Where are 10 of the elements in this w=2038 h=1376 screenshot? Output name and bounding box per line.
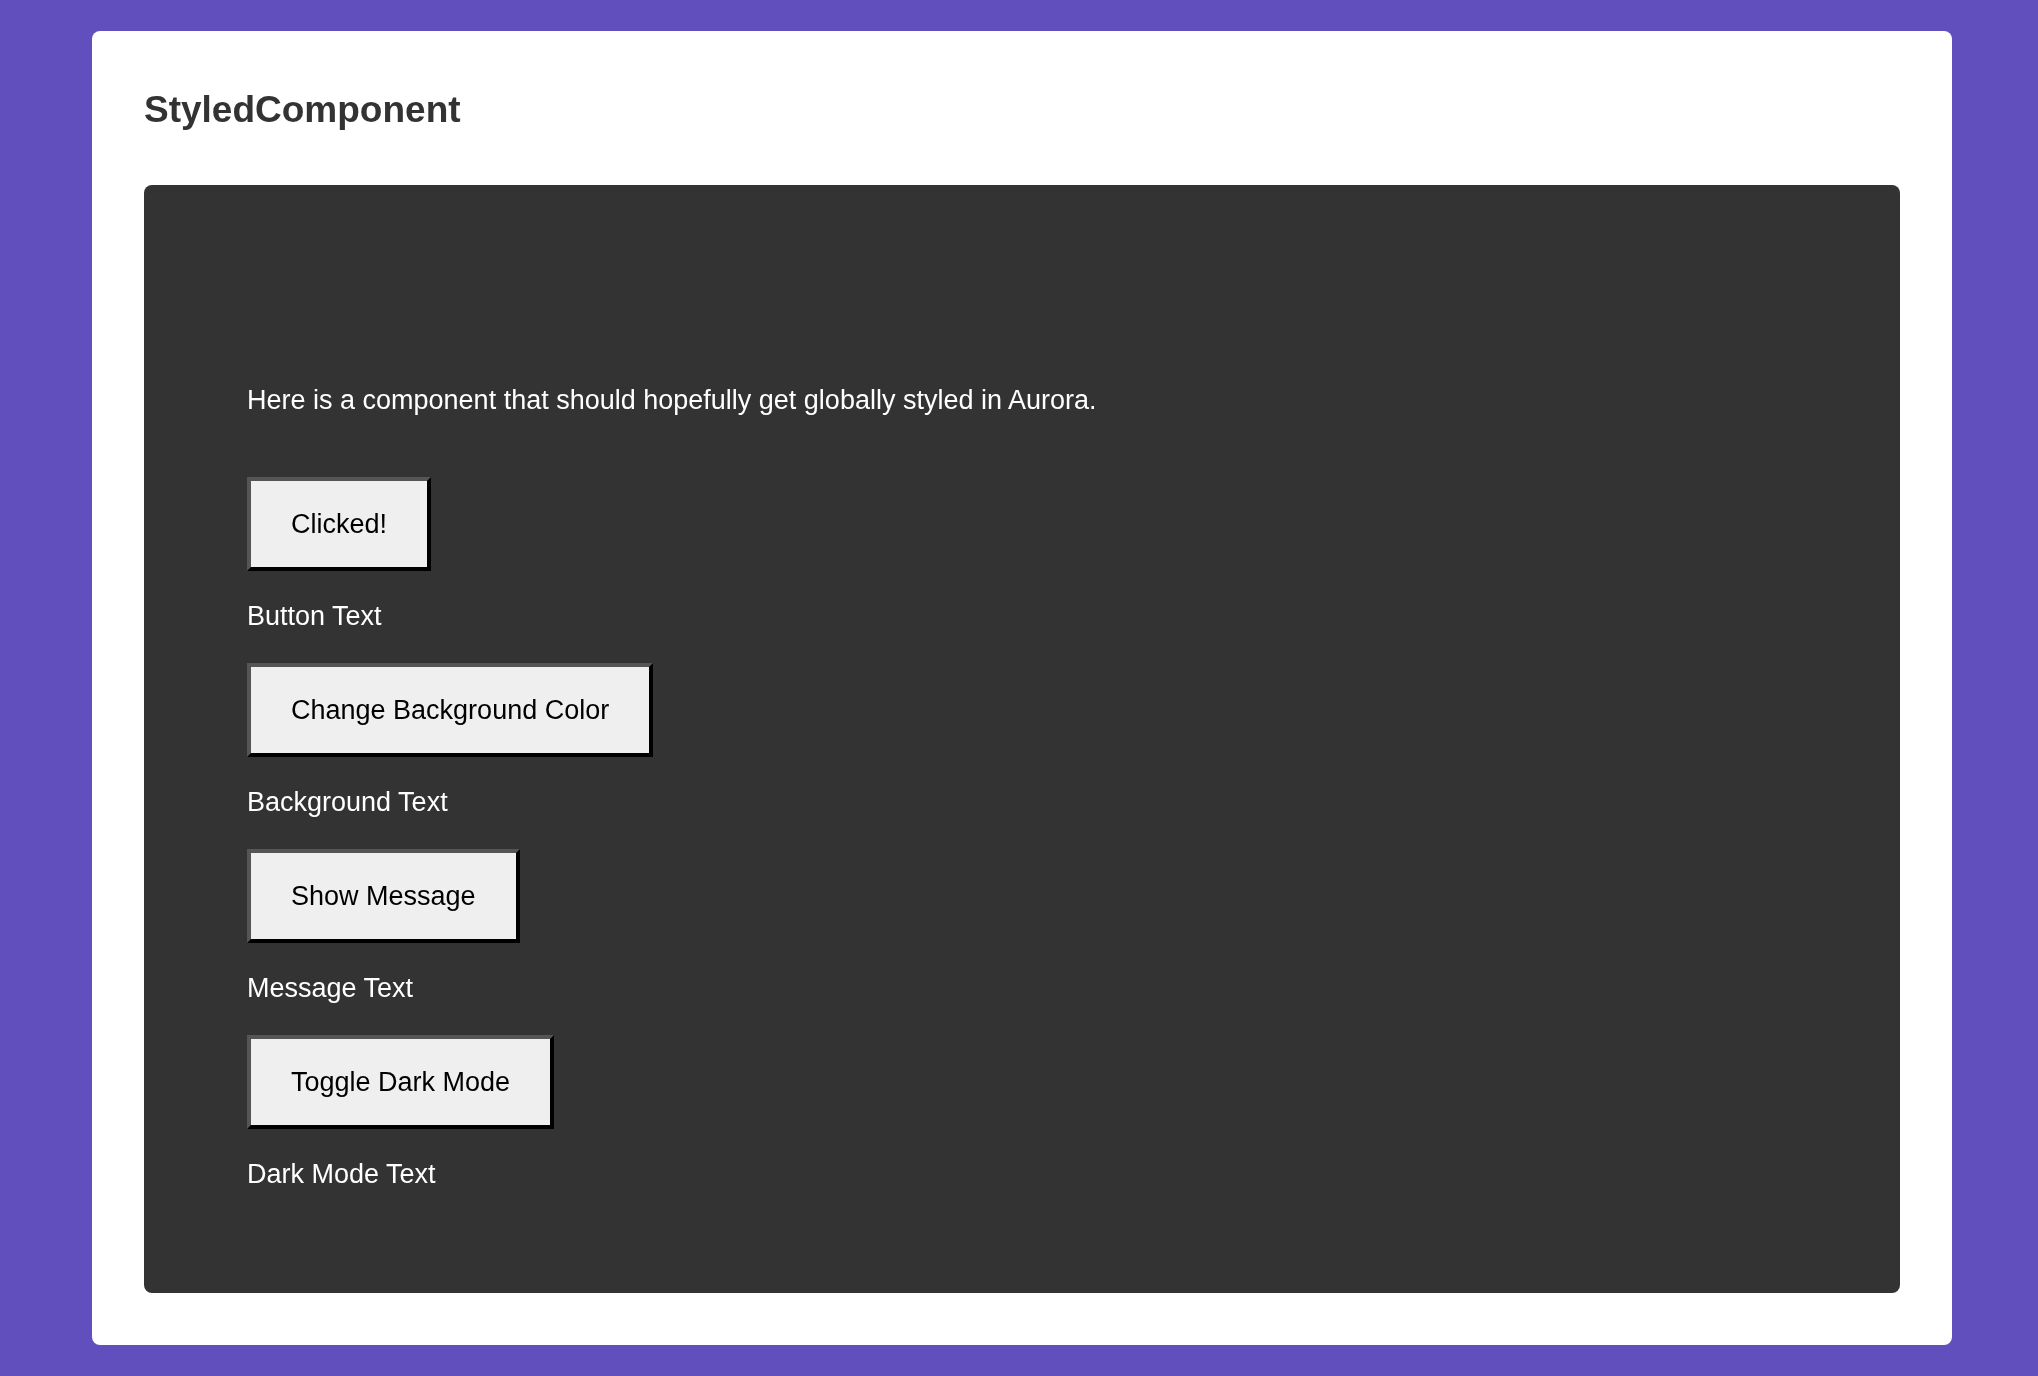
- description-text: Here is a component that should hopefully get globally styled in Aurora.: [247, 384, 1097, 416]
- action-button[interactable]: Change Background Color: [247, 663, 654, 757]
- status-text: Message Text: [247, 972, 414, 1004]
- page-title: StyledComponent: [144, 88, 462, 132]
- action-button[interactable]: Show Message: [247, 849, 520, 943]
- status-text: Dark Mode Text: [247, 1158, 436, 1190]
- action-button[interactable]: Toggle Dark Mode: [247, 1035, 555, 1129]
- status-text: Background Text: [247, 786, 448, 818]
- action-button[interactable]: Clicked!: [247, 477, 432, 571]
- status-text: Button Text: [247, 600, 382, 632]
